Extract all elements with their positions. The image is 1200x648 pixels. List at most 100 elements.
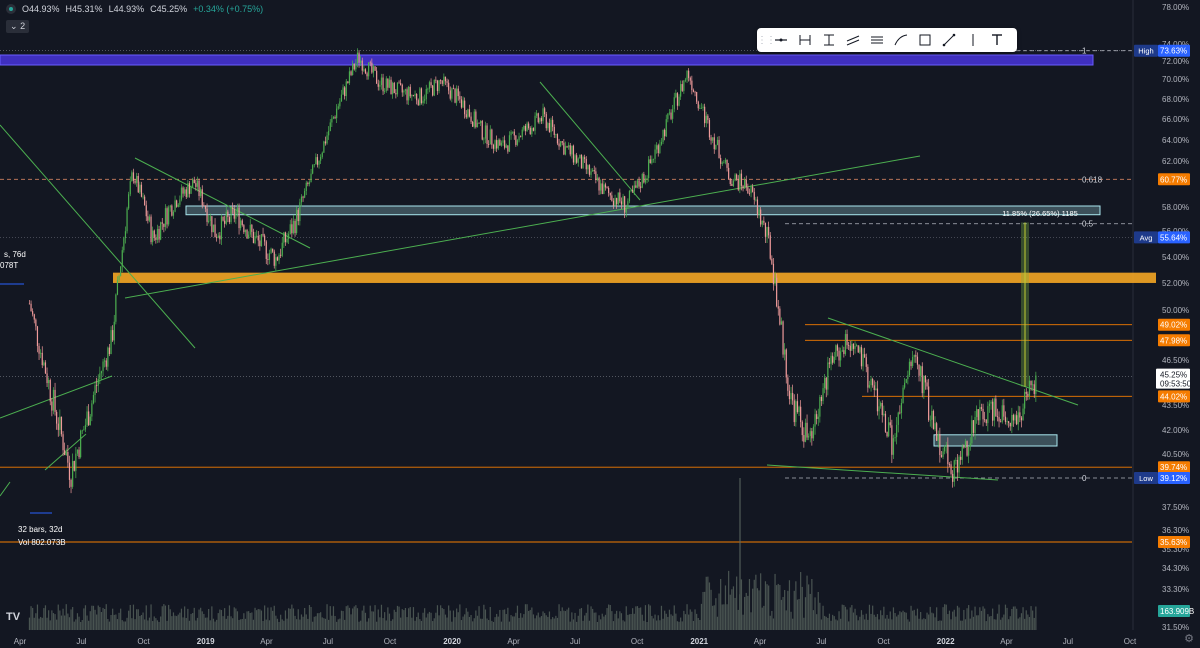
candle-body [310,173,312,183]
candle-body [100,371,103,374]
candle-body [480,120,482,124]
volume-bar [28,617,31,630]
rectangle-icon[interactable] [913,28,937,52]
price-value-label: 49.02% [1160,321,1187,330]
candle-body [172,211,175,216]
candle-body [950,464,952,474]
chart-canvas[interactable]: 78.00%74.00%72.00%70.00%68.00%66.00%64.0… [0,0,1200,648]
vertical-line-icon[interactable] [961,28,985,52]
candle-body [284,232,287,243]
volume-bar [601,613,603,630]
symbol-status-icon[interactable] [6,4,16,14]
volume-bar [128,610,130,630]
volume-bar [184,606,186,630]
volume-bar [384,612,386,630]
date-range-icon[interactable] [793,28,817,52]
volume-bar [1016,608,1018,630]
volume-bar [521,617,523,630]
candle-body [412,94,415,96]
candle-body [660,141,663,145]
candle-body [104,360,106,362]
volume-bar [308,605,311,630]
volume-bar [211,606,213,630]
candle-body [761,220,763,225]
volume-bar [680,617,682,630]
candle-body [614,198,616,206]
candle-body [67,452,69,463]
candle-body [264,235,266,242]
volume-bar [755,574,757,630]
candle-body [84,424,87,430]
candle-body [102,361,104,372]
volume-bar [699,619,701,630]
candle-body [788,390,791,400]
text-tool-icon[interactable] [985,28,1009,52]
volume-bar [598,615,600,630]
price-range-icon[interactable] [817,28,841,52]
volume-bar [230,616,232,630]
volume-bar [89,611,91,630]
gear-icon[interactable]: ⚙ [1184,632,1194,645]
volume-bar [337,619,339,630]
candle-body [832,355,834,363]
volume-bar [275,615,277,630]
volume-bar [843,605,845,630]
candle-body [1001,405,1003,422]
candle-body [808,435,810,438]
candle-body [640,186,642,188]
volume-bar [283,620,285,630]
volume-bar [48,610,50,630]
candle-body [604,184,607,188]
candle-body [668,112,671,114]
volume-bar [129,604,131,630]
pitchfork-icon[interactable] [865,28,889,52]
volume-bar [569,621,571,630]
candle-body [44,362,47,374]
candle-body [918,364,920,376]
volume-bar [155,618,157,630]
candle-body [899,412,901,414]
volume-bar [625,606,627,630]
trend-line-icon[interactable] [937,28,961,52]
candle-body [747,187,749,194]
legend-collapse-button[interactable]: ⌄ 2 [6,20,30,33]
volume-bar [872,605,874,630]
time-tick-label: Jul [1063,637,1073,646]
candle-body [316,157,319,165]
candle-body [892,438,895,455]
candle-body [537,113,539,123]
candle-body [371,62,373,73]
volume-bar [296,619,298,630]
candle-body [163,223,165,227]
volume-bar [513,616,515,630]
candle-body [502,140,504,143]
volume-bar [737,609,739,630]
candle-body [76,449,79,454]
volume-bar [808,584,810,630]
parallel-channel-icon[interactable] [841,28,865,52]
candle-body [411,94,413,97]
drag-handle-icon[interactable]: ⋮⋮ [757,35,776,46]
volume-bar [750,612,752,630]
candle-body [275,257,277,266]
tradingview-logo[interactable]: TV [6,611,24,625]
volume-bar [456,608,458,630]
candle-body [494,140,496,149]
candle-body [132,172,135,181]
fib-label: 1 [1082,47,1087,56]
volume-bar [364,612,367,630]
candle-body [294,220,296,233]
candle-body [934,423,936,430]
candle-body [840,351,842,361]
volume-bar [84,605,87,630]
volume-bar [179,612,181,630]
volume-bar [945,604,947,630]
candle-body [692,90,695,92]
volume-bar [627,614,629,630]
volume-bar [284,610,287,630]
candle-body [140,184,143,197]
candle-body [776,277,778,307]
horizontal-line-icon[interactable] [769,28,793,52]
brush-icon[interactable] [889,28,913,52]
candle-body [672,109,674,119]
